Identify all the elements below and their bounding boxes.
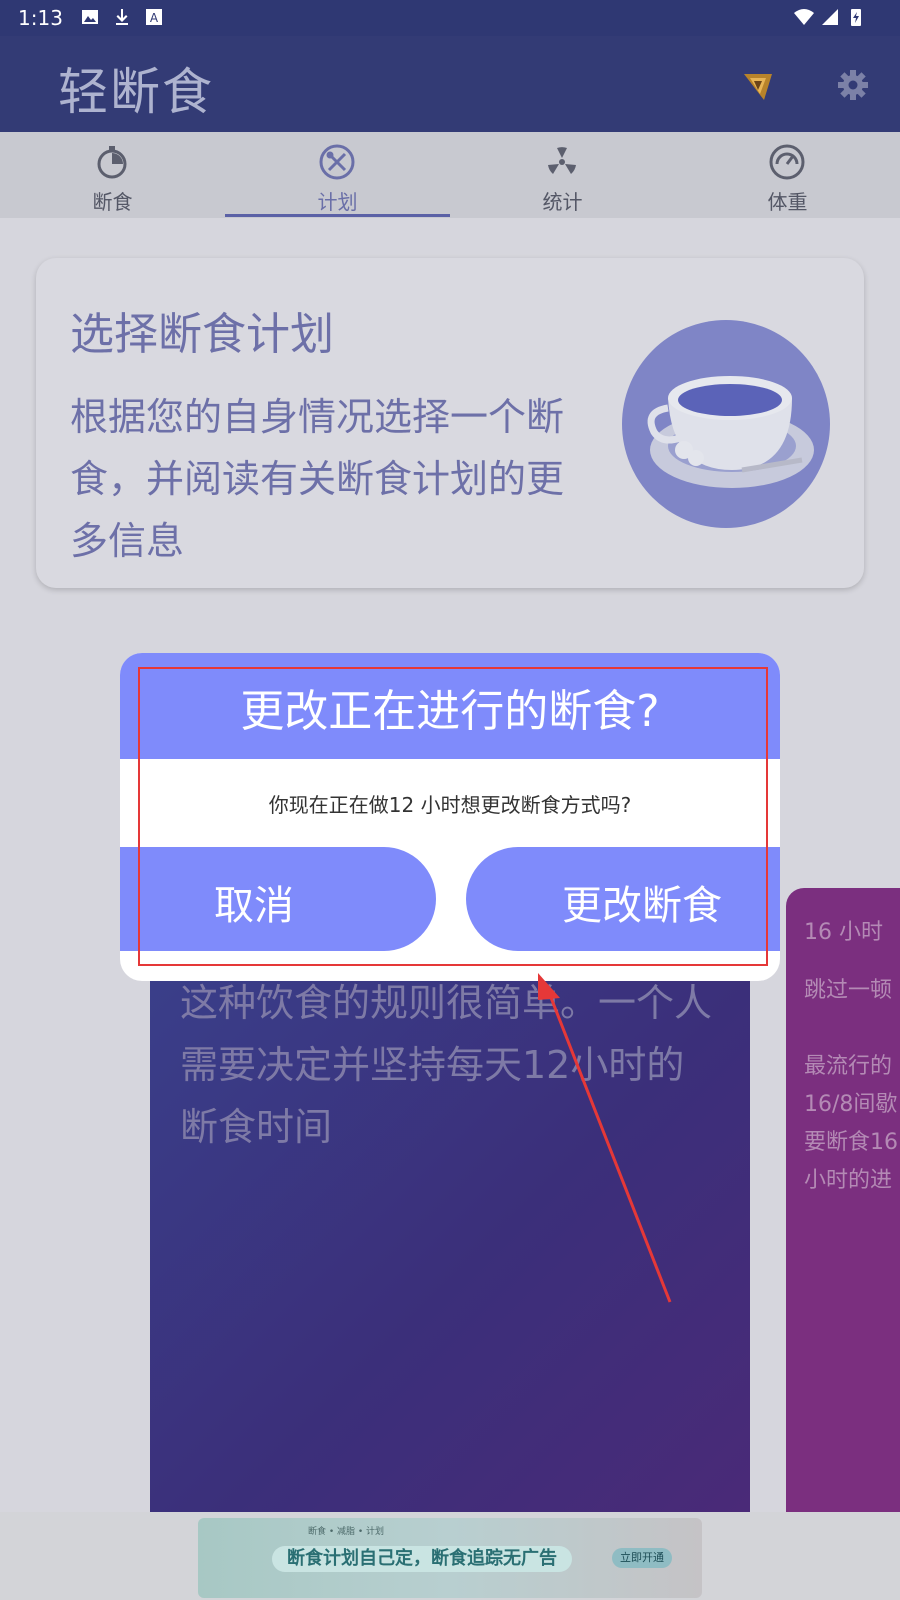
tab-label: 统计: [542, 190, 583, 214]
card-title: 选择断食计划: [70, 309, 334, 360]
plan-card-12h[interactable]: 这种饮食的规则很简单。一个人需要决定并坚持每天12小时的断食时间: [150, 952, 750, 1512]
premium-badge-icon[interactable]: [738, 66, 778, 106]
plan-intro-card: 选择断食计划 根据您的自身情况选择一个断食，并阅读有关断食计划的更多信息: [36, 258, 864, 588]
ad-tag: 断食 • 减脂 • 计划: [308, 1527, 385, 1537]
plan-description: 跳过一顿 最流行的 16/8间歇 要断食16 小时的进: [804, 972, 900, 1200]
plan-desc-line: 跳过一顿: [804, 978, 893, 1003]
tab-label: 断食: [92, 190, 133, 214]
tab-statistics[interactable]: 统计: [450, 132, 675, 218]
plan-card-16h[interactable]: 16 小时 跳过一顿 最流行的 16/8间歇 要断食16 小时的进: [786, 888, 900, 1600]
app-bar: 轻断食: [0, 36, 900, 132]
status-time: 1:13: [18, 6, 63, 30]
fork-spoon-icon: [319, 144, 355, 180]
ad-cta-button[interactable]: 立即开通: [612, 1548, 672, 1568]
plan-description: 这种饮食的规则很简单。一个人需要决定并坚持每天12小时的断食时间: [180, 981, 713, 1149]
wifi-icon: [794, 9, 814, 25]
image-icon: [82, 10, 98, 24]
signal-icon: [822, 9, 838, 25]
battery-icon: [851, 9, 861, 26]
plan-desc-line: 16/8间歇: [804, 1092, 898, 1117]
card-description: 根据您的自身情况选择一个断食，并阅读有关断食计划的更多信息: [70, 395, 565, 563]
tab-label: 体重: [767, 190, 808, 214]
plan-desc-line: 要断食16: [804, 1130, 898, 1155]
tab-label: 计划: [317, 190, 358, 214]
active-tab-indicator: [225, 214, 450, 217]
ad-banner[interactable]: 断食 • 减脂 • 计划 断食计划自己定，断食追踪无广告 立即开通: [198, 1518, 702, 1598]
plan-title: 16 小时: [804, 920, 883, 945]
screen: 1:13 A 轻断食 断食 计划 统计 体重 选择断食计划 根据您的自身情况选择…: [0, 0, 900, 1600]
plan-desc-line: 小时的进: [804, 1168, 893, 1193]
app-title: 轻断食: [58, 63, 214, 121]
font-icon: A: [146, 9, 162, 25]
ad-headline: 断食计划自己定，断食追踪无广告: [272, 1546, 572, 1572]
tab-fasting[interactable]: 断食: [0, 132, 225, 218]
svg-text:A: A: [150, 11, 159, 25]
tab-bar: 断食 计划 统计 体重: [0, 132, 900, 218]
radiation-icon: [548, 147, 576, 174]
status-bar: 1:13 A: [0, 0, 900, 36]
tab-plan[interactable]: 计划: [225, 132, 450, 218]
annotation-highlight-box: [138, 667, 768, 966]
download-icon: [116, 9, 128, 25]
plan-desc-line: 最流行的: [804, 1054, 893, 1079]
tab-weight[interactable]: 体重: [675, 132, 900, 218]
stopwatch-icon: [97, 146, 127, 179]
settings-gear-icon[interactable]: [836, 68, 870, 102]
tea-cup-illustration: [622, 320, 830, 528]
scale-gauge-icon: [769, 144, 805, 180]
